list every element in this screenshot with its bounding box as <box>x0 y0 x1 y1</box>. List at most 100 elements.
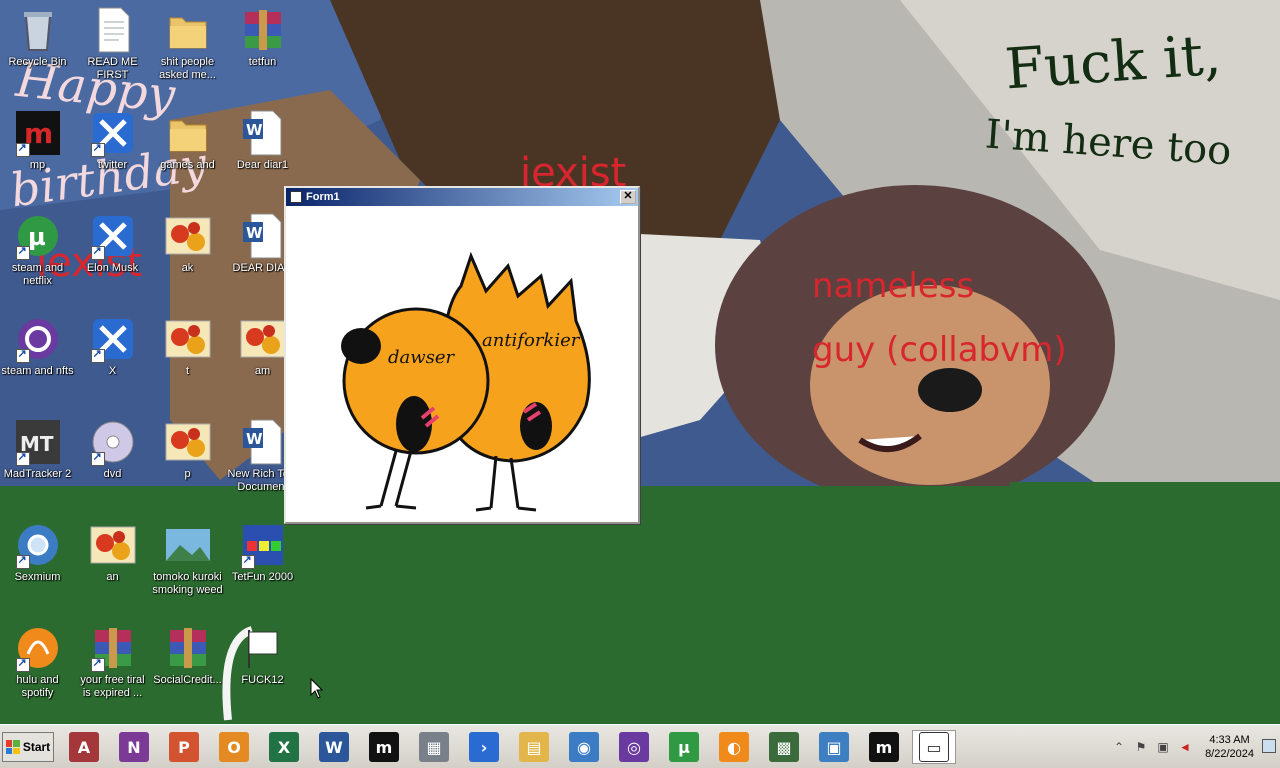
desktop-icon[interactable]: games and <box>150 103 225 203</box>
taskbar-button[interactable]: W <box>312 730 356 764</box>
shortcut-arrow-icon <box>15 450 30 466</box>
desktop-icon[interactable]: steam and nfts <box>0 309 75 409</box>
desktop-icon[interactable]: shit people asked me... <box>150 0 225 100</box>
taskbar-button[interactable]: O <box>212 730 256 764</box>
desktop-icon[interactable]: tetfun <box>225 0 300 100</box>
show-hidden-icons-chevron-icon[interactable]: ⌃ <box>1111 739 1127 755</box>
taskbar-button[interactable]: ▦ <box>412 730 456 764</box>
bitcomet-icon: ◐ <box>719 732 749 762</box>
desktop-icon[interactable]: ak <box>150 206 225 306</box>
desktop-icon[interactable]: FUCK12 <box>225 618 300 718</box>
flower-image-icon <box>239 315 287 363</box>
form1-window[interactable]: Form1 ✕ dawser antiforkier <box>284 186 640 524</box>
antiforkier-legs <box>475 455 537 512</box>
taskbar-button[interactable]: m <box>862 730 906 764</box>
desktop-icon[interactable]: Recycle Bin <box>0 0 75 100</box>
desktop-icon-label: steam and nfts <box>1 365 74 377</box>
taskbar-button[interactable]: m <box>362 730 406 764</box>
desktop-icon[interactable]: p <box>150 412 225 512</box>
desktop-icon[interactable]: Elon Musk <box>75 206 150 306</box>
taskbar-button[interactable]: ▣ <box>812 730 856 764</box>
taskbar-button[interactable]: µ <box>662 730 706 764</box>
show-desktop-button[interactable] <box>1262 739 1276 753</box>
computer-icon: ▦ <box>419 732 449 762</box>
flower-image-icon <box>164 418 212 466</box>
desktop-icon[interactable]: SocialCredit... <box>150 618 225 718</box>
taskbar-button[interactable]: ▩ <box>762 730 806 764</box>
utorrent-icon: µ <box>669 732 699 762</box>
dawser-legs <box>365 450 417 510</box>
taskbar-button[interactable]: ▭ <box>912 730 956 764</box>
desktop-icon-label: steam and netflix <box>11 262 64 287</box>
desktop-icon-label: mp <box>29 159 46 171</box>
taskbar-button[interactable]: X <box>262 730 306 764</box>
taskbar-button[interactable]: ▤ <box>512 730 556 764</box>
desktop-icon[interactable]: Sexmium <box>0 515 75 615</box>
close-button[interactable]: ✕ <box>620 190 636 204</box>
bittorrent-icon <box>14 315 62 363</box>
desktop-icon[interactable]: X <box>75 309 150 409</box>
outlook-icon: O <box>219 732 249 762</box>
start-button[interactable]: Start <box>2 732 54 762</box>
desktop-icon[interactable]: hulu and spotify <box>0 618 75 718</box>
network-icon[interactable]: ▣ <box>1155 739 1171 755</box>
desktop-icon-label: your free tiral is expired ... <box>80 674 145 699</box>
desktop-icon-label: an <box>106 571 119 583</box>
task-manager-icon: ▩ <box>769 732 799 762</box>
bittorrent-icon: ◎ <box>619 732 649 762</box>
taskbar-button[interactable]: P <box>162 730 206 764</box>
desktop-icon[interactable]: µ steam and netflix <box>0 206 75 306</box>
desktop-icon-label: Elon Musk <box>86 262 139 274</box>
desktop-icon[interactable]: tomoko kuroki smoking weed <box>150 515 225 615</box>
desktop-icon-label: Dear diar1 <box>236 159 289 171</box>
desktop-icon-label: p <box>184 468 191 480</box>
desktop-icon[interactable]: m mp <box>0 103 75 203</box>
taskbar-button[interactable]: › <box>462 730 506 764</box>
desktop-icon[interactable]: TetFun 2000 <box>225 515 300 615</box>
tetfun-icon <box>239 521 287 569</box>
control-panel-icon: ▣ <box>819 732 849 762</box>
excel-icon: X <box>269 732 299 762</box>
antiforkier-label: antiforkier <box>482 330 581 351</box>
mouse-cursor-icon <box>310 678 324 699</box>
taskbar-button[interactable]: A <box>62 730 106 764</box>
svg-text:W: W <box>246 224 263 242</box>
clock[interactable]: 4:33 AM 8/22/2024 <box>1205 733 1254 761</box>
desktop-icon[interactable]: your free tiral is expired ... <box>75 618 150 718</box>
desktop-icon[interactable]: an <box>75 515 150 615</box>
form1-client-area: dawser antiforkier <box>286 206 638 522</box>
x-app-icon <box>89 212 137 260</box>
taskbar-button[interactable]: ◐ <box>712 730 756 764</box>
form-window-icon: ▭ <box>919 732 949 762</box>
volume-muted-icon[interactable]: ◄ <box>1177 739 1193 755</box>
chromium-icon: ◉ <box>569 732 599 762</box>
taskbar-button[interactable]: ◉ <box>562 730 606 764</box>
flower-image-icon <box>89 521 137 569</box>
desktop-icon-label: READ ME FIRST <box>87 56 138 81</box>
desktop-icon[interactable]: t <box>150 309 225 409</box>
onenote-icon: N <box>119 732 149 762</box>
text-document-icon <box>89 6 137 54</box>
desktop-icon[interactable]: dvd <box>75 412 150 512</box>
powershell-icon: › <box>469 732 499 762</box>
form1-titlebar[interactable]: Form1 <box>286 188 638 206</box>
desktop-icon[interactable]: twitter <box>75 103 150 203</box>
shortcut-arrow-icon <box>90 244 105 260</box>
flower-image-icon <box>164 315 212 363</box>
taskbar-button[interactable]: N <box>112 730 156 764</box>
action-center-flag-icon[interactable]: ⚑ <box>1133 739 1149 755</box>
mp-app-icon: m <box>14 109 62 157</box>
desktop-icon[interactable]: MT MadTracker 2 <box>0 412 75 512</box>
taskbar-button[interactable]: ◎ <box>612 730 656 764</box>
bitcomet-icon <box>14 624 62 672</box>
shortcut-arrow-icon <box>240 553 255 569</box>
mp-app-icon: m <box>369 732 399 762</box>
desktop-icon[interactable]: READ ME FIRST <box>75 0 150 100</box>
shortcut-arrow-icon <box>15 553 30 569</box>
recycle-bin-icon <box>14 6 62 54</box>
start-label: Start <box>22 740 51 754</box>
desktop-icon-label: dvd <box>103 468 122 480</box>
desktop-icon-label: hulu and spotify <box>16 674 59 699</box>
desktop-icon-label: tetfun <box>248 56 277 68</box>
desktop-icon-label: MadTracker 2 <box>3 468 72 480</box>
